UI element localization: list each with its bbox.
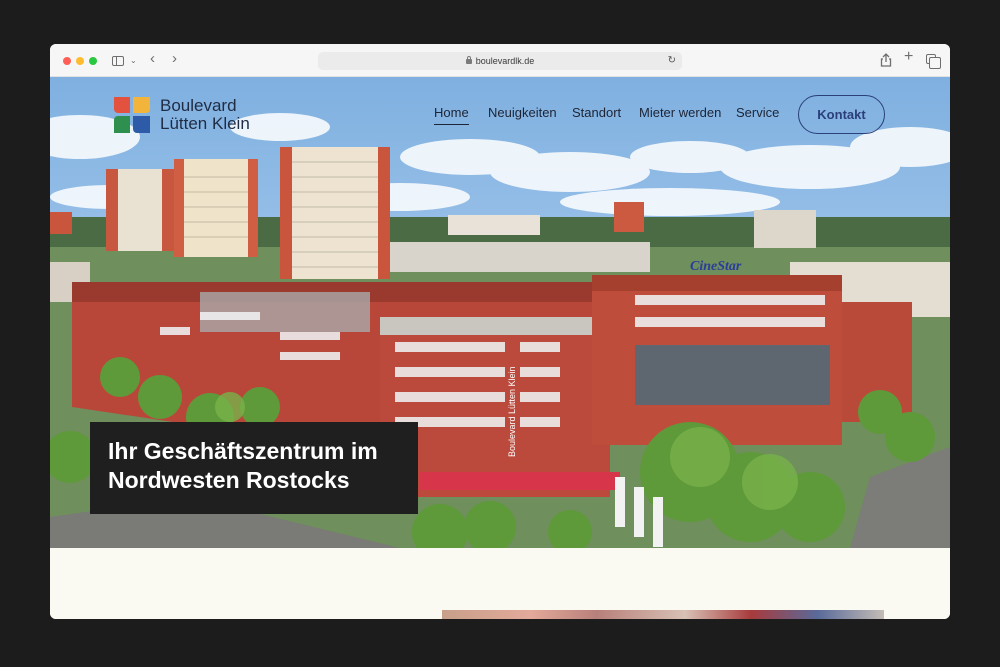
hero-headline-line-1: Ihr Geschäftszentrum im [108,438,378,464]
browser-window: ⌄ ‹ › boulevardlk.de ↻ + Boulevard Lütte… [50,44,950,619]
logo-line-2: Lütten Klein [160,114,250,133]
hero-headline: Ihr Geschäftszentrum im Nordwesten Rosto… [108,437,400,495]
hero-headline-box: Ihr Geschäftszentrum im Nordwesten Rosto… [90,422,418,514]
lock-icon [465,56,472,64]
logo-wordmark: Boulevard Lütten Klein [160,97,250,133]
forward-arrow-icon[interactable]: › [172,51,177,66]
nav-item-mieter-werden[interactable]: Mieter werden [639,105,721,120]
rooftop-sign-text: CineStar [690,259,742,274]
nav-item-service[interactable]: Service [736,105,779,120]
logo-tile-blue [133,116,150,133]
logo-tile-green [114,116,130,133]
address-bar[interactable]: boulevardlk.de ↻ [318,52,682,70]
next-section-image-preview [442,610,884,619]
building-sign-text: Boulevard Lütten Klein [507,366,517,457]
logo-line-1: Boulevard [160,96,237,115]
url-text: boulevardlk.de [475,56,535,66]
minimize-window-button[interactable] [76,57,84,65]
logo-tile-yellow [133,97,150,113]
kontakt-button[interactable]: Kontakt [798,95,885,134]
zoom-window-button[interactable] [89,57,97,65]
share-icon[interactable] [880,53,892,70]
hero-section: Boulevard Lütten Klein CineStar Boulevar… [50,77,950,548]
nav-item-standort[interactable]: Standort [572,105,621,120]
sidebar-toggle-icon[interactable] [112,56,124,66]
reload-icon[interactable]: ↻ [668,52,676,70]
close-window-button[interactable] [63,57,71,65]
site-logo[interactable]: Boulevard Lütten Klein [114,97,274,137]
tab-overview-icon[interactable] [926,54,941,69]
logo-tile-red [114,97,130,113]
nav-item-neuigkeiten[interactable]: Neuigkeiten [488,105,557,120]
browser-toolbar: ⌄ ‹ › boulevardlk.de ↻ + [50,44,950,77]
chevron-down-icon[interactable]: ⌄ [130,54,137,68]
nav-item-home[interactable]: Home [434,105,469,125]
website-viewport: Boulevard Lütten Klein CineStar Boulevar… [50,77,950,619]
logo-mark-icon [114,97,150,133]
hero-headline-line-2: Nordwesten Rostocks [108,467,350,493]
back-arrow-icon[interactable]: ‹ [150,51,155,66]
new-tab-icon[interactable]: + [904,49,913,65]
